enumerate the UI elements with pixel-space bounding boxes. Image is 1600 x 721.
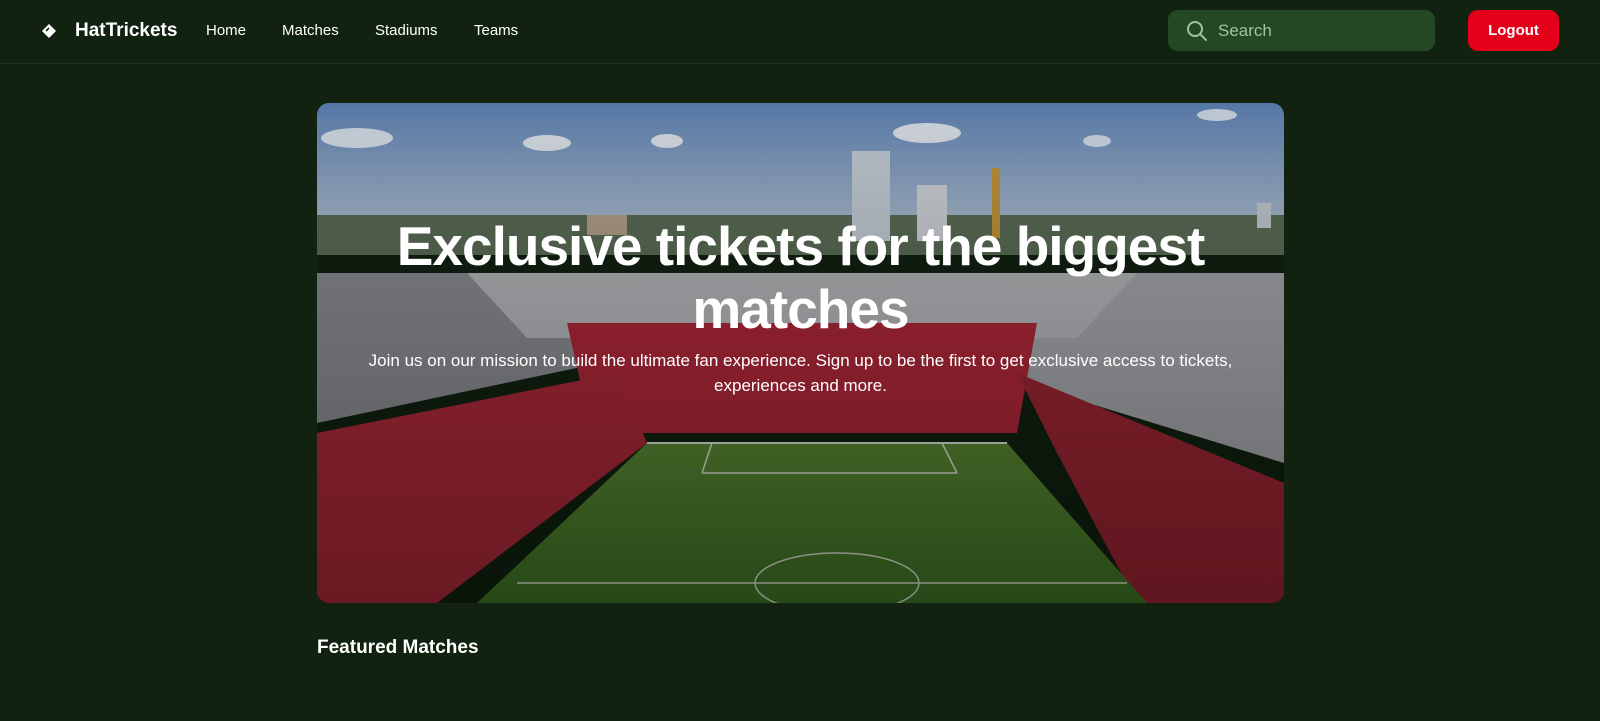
nav-link-matches[interactable]: Matches bbox=[282, 21, 339, 41]
search-icon bbox=[1187, 21, 1207, 41]
hero-banner: Exclusive tickets for the biggest matche… bbox=[317, 103, 1284, 603]
nav-link-teams[interactable]: Teams bbox=[474, 21, 518, 41]
search-box[interactable] bbox=[1168, 10, 1435, 51]
featured-matches-heading: Featured Matches bbox=[317, 637, 479, 658]
top-navigation-bar: HatTrickets Home Matches Stadiums Teams … bbox=[0, 0, 1600, 64]
search-input[interactable] bbox=[1218, 10, 1423, 51]
logo-icon[interactable] bbox=[41, 23, 57, 39]
hero-subtitle: Join us on our mission to build the ulti… bbox=[368, 351, 1233, 395]
hero-title: Exclusive tickets for the biggest matche… bbox=[396, 215, 1206, 340]
brand-name[interactable]: HatTrickets bbox=[75, 19, 177, 43]
nav-link-stadiums[interactable]: Stadiums bbox=[375, 21, 438, 41]
logout-button[interactable]: Logout bbox=[1468, 10, 1559, 51]
nav-link-home[interactable]: Home bbox=[206, 21, 246, 41]
